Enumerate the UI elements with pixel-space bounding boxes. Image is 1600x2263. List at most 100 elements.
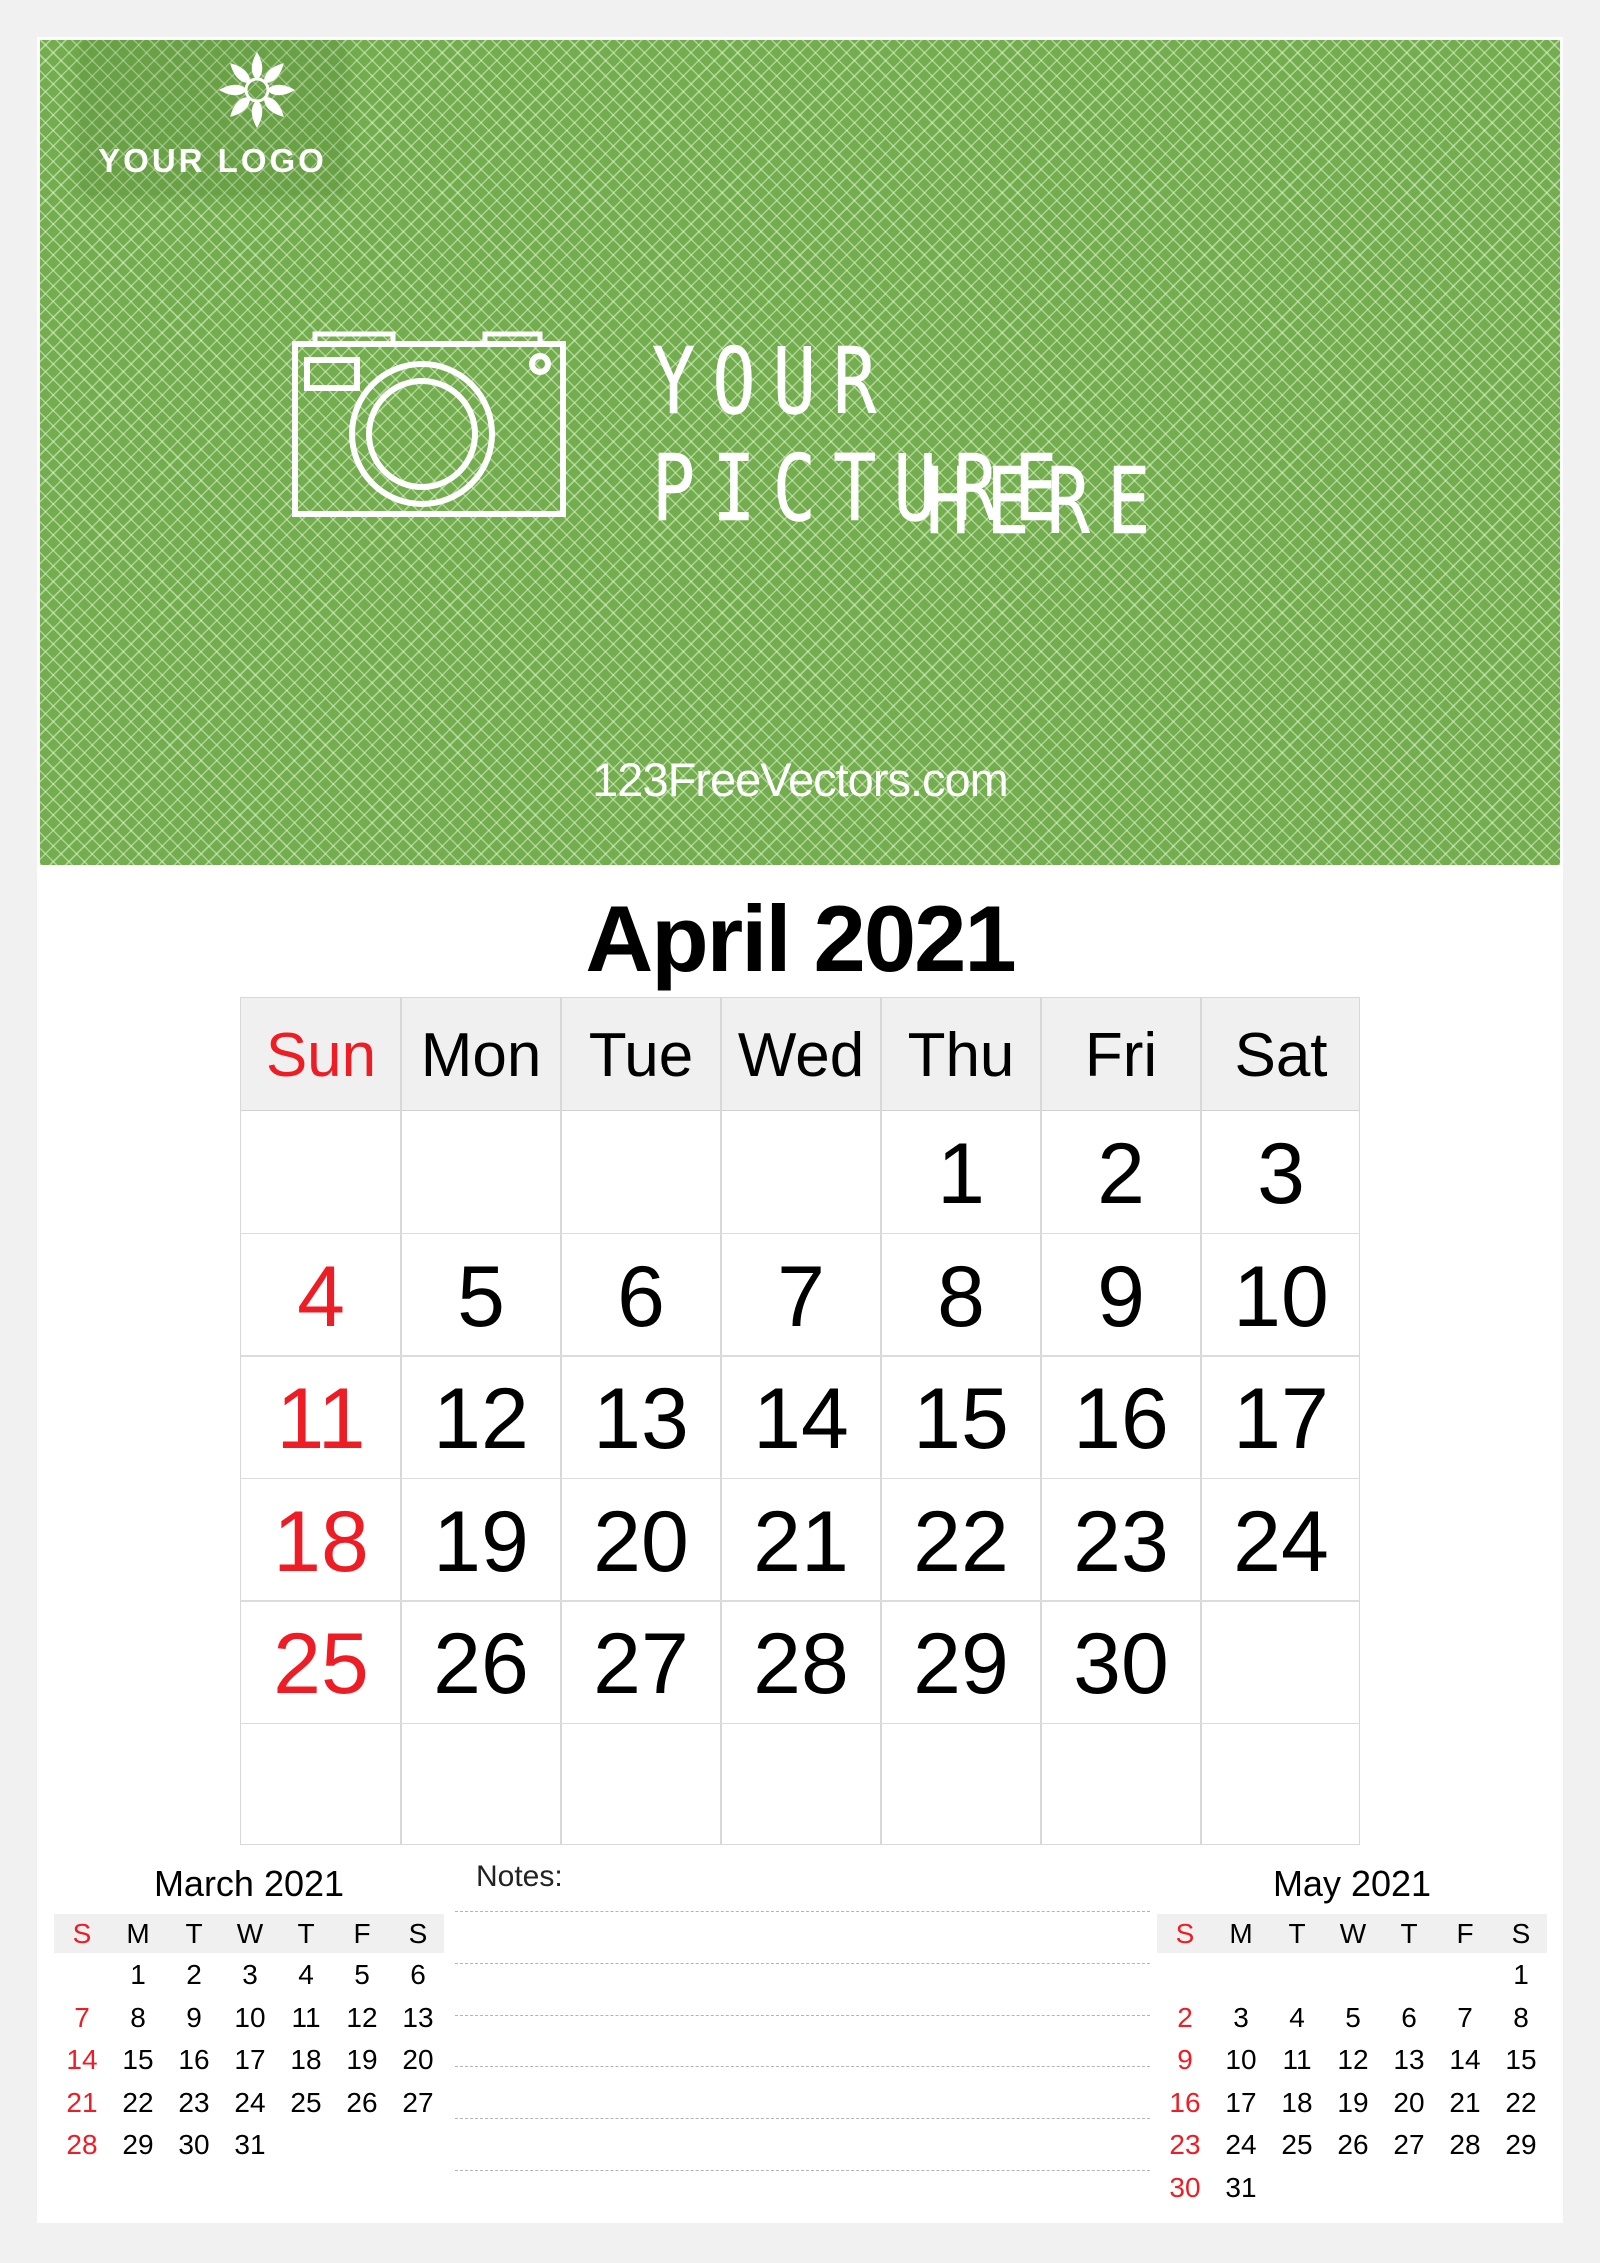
month-title: April 2021 (585, 886, 1016, 991)
camera-icon (292, 331, 566, 517)
day-cell[interactable]: 19 (401, 1479, 561, 1601)
mini-day: 7 (1457, 2001, 1473, 2033)
day-cell[interactable]: 4 (241, 1234, 401, 1356)
picture-placeholder: YOUR LOGO YOUR PICTURE HERE 123FreeVecto… (40, 40, 1560, 865)
mini-day: 26 (346, 2086, 378, 2118)
notes-line[interactable] (455, 1962, 1150, 1964)
mini-day: 11 (1282, 2044, 1312, 2075)
empty-day-cell[interactable] (561, 1111, 721, 1233)
mini-day: 4 (298, 1959, 314, 1990)
mini-weekday: S (408, 1918, 428, 1949)
day-cell[interactable]: 10 (1201, 1234, 1361, 1356)
weekday-sun: Sun (265, 1021, 377, 1090)
day-cell[interactable]: 27 (561, 1601, 721, 1723)
mini-day: 30 (178, 2129, 210, 2160)
empty-day-cell[interactable] (881, 1724, 1041, 1846)
day-cell[interactable]: 30 (1041, 1601, 1201, 1723)
picture-placeholder-text-2: HERE (926, 448, 1168, 556)
day-cell[interactable]: 24 (1201, 1479, 1361, 1601)
mini-day: 30 (1169, 2171, 1201, 2203)
day-cell[interactable]: 12 (401, 1356, 561, 1478)
day-cell[interactable]: 18 (241, 1479, 401, 1601)
weekday-sat: Sat (1234, 1021, 1328, 1090)
mini-day: 13 (1393, 2044, 1425, 2075)
day-cell[interactable]: 26 (401, 1601, 561, 1723)
day-cell[interactable]: 13 (561, 1356, 721, 1478)
mini-weekday: S (1175, 1918, 1195, 1949)
day-cell[interactable]: 23 (1041, 1479, 1201, 1601)
mini-day: 5 (1345, 2001, 1361, 2033)
mini-weekday: M (126, 1918, 150, 1949)
day-cell[interactable]: 15 (881, 1356, 1041, 1478)
website-credit: 123FreeVectors.com (592, 753, 1009, 806)
day-cell[interactable]: 16 (1041, 1356, 1201, 1478)
mini-day: 21 (66, 2086, 98, 2118)
empty-day-cell[interactable] (721, 1111, 881, 1233)
day-cell[interactable]: 14 (721, 1356, 881, 1478)
day-cell[interactable]: 11 (241, 1356, 401, 1478)
mini-weekday: S (1511, 1918, 1531, 1949)
mini-weekday: F (353, 1918, 371, 1949)
day-cell[interactable]: 8 (881, 1234, 1041, 1356)
mini-day: 1 (130, 1959, 146, 1990)
day-cell[interactable]: 21 (721, 1479, 881, 1601)
mini-day: 29 (1505, 2129, 1537, 2160)
weekday-mon: Mon (420, 1021, 542, 1090)
notes-line[interactable] (455, 2014, 1150, 2016)
mini-day: 5 (354, 1959, 370, 1990)
day-cell[interactable]: 3 (1201, 1111, 1361, 1233)
mini-day: 24 (234, 2086, 266, 2118)
mini-weekday: M (1229, 1918, 1253, 1949)
flower-logo-icon (219, 52, 295, 128)
empty-day-cell[interactable] (241, 1724, 401, 1846)
day-cell[interactable]: 17 (1201, 1356, 1361, 1478)
day-cell[interactable]: 29 (881, 1601, 1041, 1723)
empty-day-cell[interactable] (401, 1111, 561, 1233)
day-cell[interactable]: 28 (721, 1601, 881, 1723)
mini-day: 22 (1505, 2086, 1537, 2118)
day-cell[interactable]: 1 (881, 1111, 1041, 1233)
mini-day: 21 (1449, 2086, 1481, 2118)
empty-day-cell[interactable] (401, 1724, 561, 1846)
mini-weekday: T (1288, 1918, 1306, 1949)
mini-weekday: S (72, 1918, 92, 1949)
mini-day: 8 (130, 2001, 146, 2033)
day-cell[interactable]: 6 (561, 1234, 721, 1356)
empty-day-cell[interactable] (241, 1111, 401, 1233)
notes-line[interactable] (455, 2066, 1150, 2068)
mini-day: 15 (122, 2044, 154, 2075)
mini-day: 19 (346, 2044, 378, 2075)
next-month-title: May 2021 (1272, 1863, 1432, 1904)
mini-day: 6 (410, 1959, 426, 1990)
empty-day-cell[interactable] (1201, 1724, 1361, 1846)
mini-day: 12 (1337, 2044, 1369, 2075)
day-cell[interactable]: 25 (241, 1601, 401, 1723)
day-cell[interactable]: 5 (401, 1234, 561, 1356)
mini-day: 28 (66, 2129, 98, 2160)
mini-day: 28 (1449, 2129, 1481, 2160)
mini-day: 25 (290, 2086, 322, 2118)
day-cell[interactable]: 9 (1041, 1234, 1201, 1356)
notes-label: Notes: (476, 1860, 563, 1893)
mini-day: 18 (290, 2044, 322, 2075)
empty-day-cell[interactable] (1201, 1601, 1361, 1723)
mini-day: 3 (1233, 2001, 1249, 2033)
mini-day: 17 (234, 2044, 266, 2075)
mini-day: 20 (402, 2044, 434, 2075)
day-cell[interactable]: 2 (1041, 1111, 1201, 1233)
logo-area: YOUR LOGO (80, 40, 345, 195)
notes-line[interactable] (455, 2118, 1150, 2120)
day-cell[interactable]: 7 (721, 1234, 881, 1356)
day-cell[interactable]: 20 (561, 1479, 721, 1601)
empty-day-cell[interactable] (561, 1724, 721, 1846)
notes-line[interactable] (455, 2170, 1150, 2171)
mini-day: 18 (1281, 2086, 1313, 2118)
notes-line[interactable] (455, 1911, 1150, 1912)
mini-day: 14 (66, 2044, 98, 2075)
day-cell[interactable]: 22 (881, 1479, 1041, 1601)
empty-day-cell[interactable] (721, 1724, 881, 1846)
empty-day-cell[interactable] (1041, 1724, 1201, 1846)
mini-weekday: T (1400, 1918, 1418, 1949)
mini-day: 27 (1393, 2129, 1425, 2160)
logo-text: YOUR LOGO (98, 142, 327, 179)
